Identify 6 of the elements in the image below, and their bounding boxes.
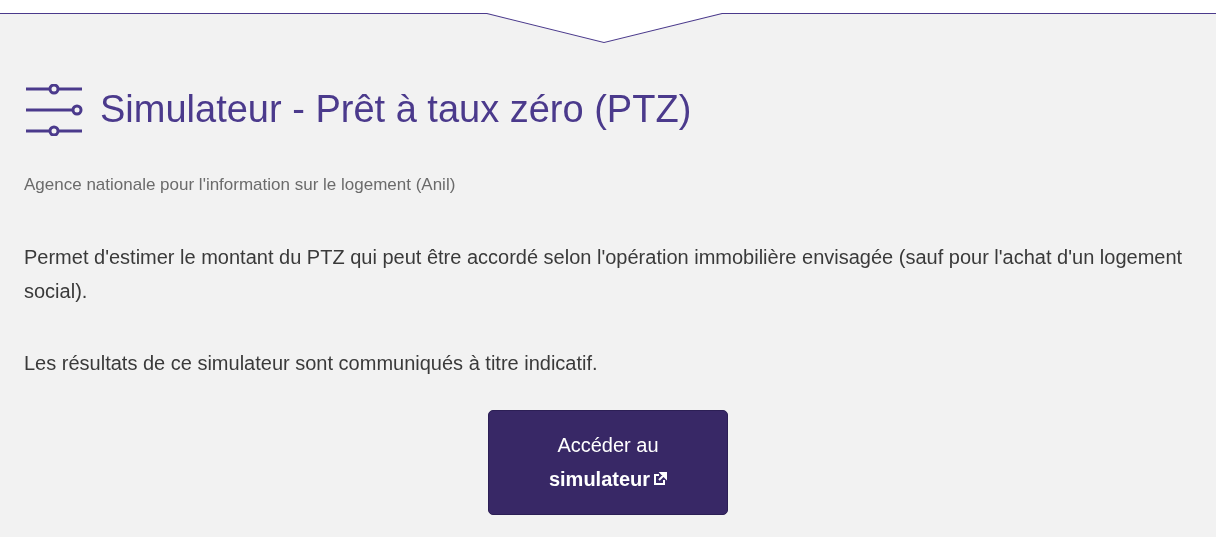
sliders-icon — [24, 84, 84, 136]
description-text: Permet d'estimer le montant du PTZ qui peut être accordé selon l'opération immobilière envisagée (sauf pour l'achat d'un logement social). — [24, 244, 1184, 304]
source-text: Agence nationale pour l'information sur le logement (Anil) — [24, 174, 457, 196]
page-title: Simulateur - Prêt à taux zéro (PTZ) — [100, 87, 692, 133]
description-text: Les résultats de ce simulateur sont communiqués à titre indicatif. — [24, 350, 599, 376]
simulator-button[interactable]: Accéder au simulateur — [488, 409, 728, 515]
